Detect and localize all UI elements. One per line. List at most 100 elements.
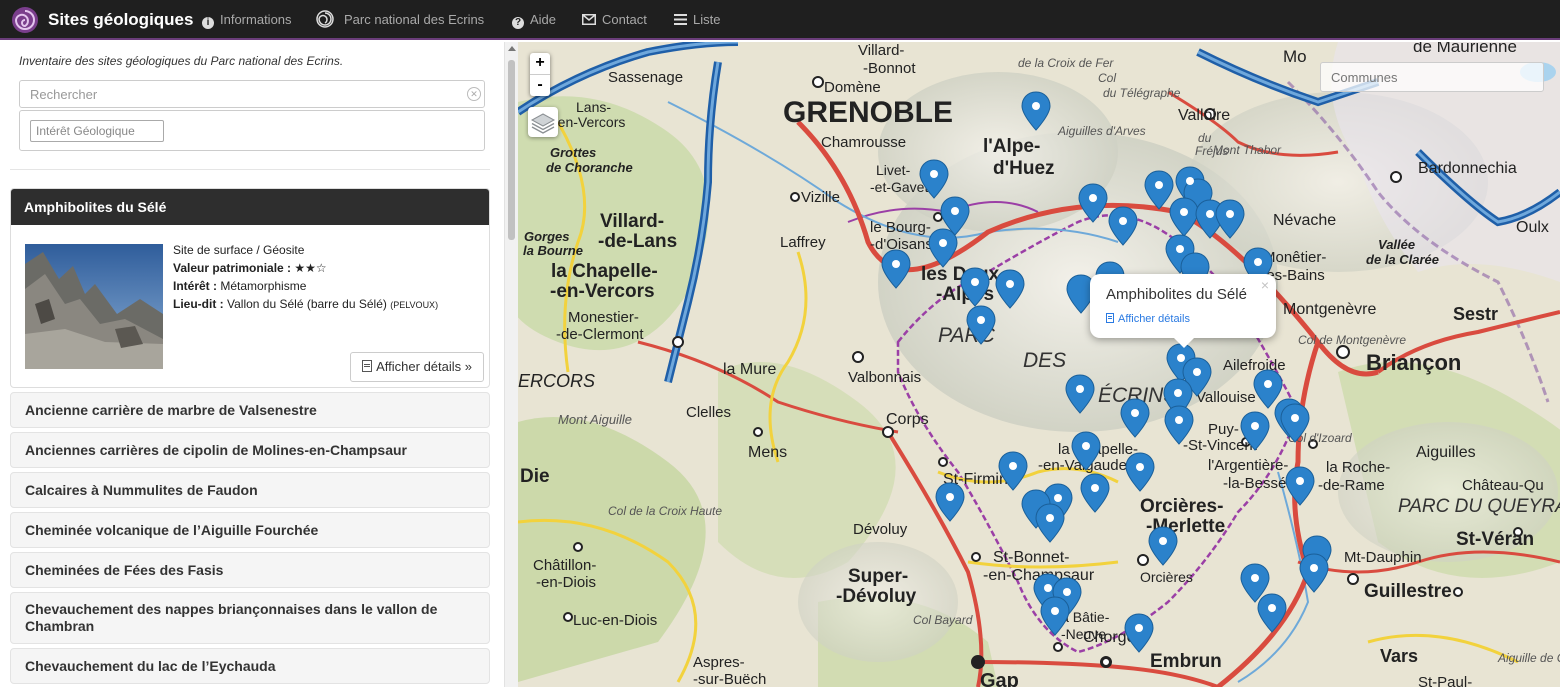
svg-text:Laffrey: Laffrey — [780, 234, 826, 251]
scrollbar-thumb[interactable] — [508, 60, 515, 240]
svg-text:Col Bayard: Col Bayard — [913, 613, 973, 627]
svg-text:-Bonnot: -Bonnot — [863, 60, 916, 77]
svg-text:St-Bonnet-: St-Bonnet- — [993, 549, 1069, 566]
site-type: Site de surface / Géosite — [173, 243, 305, 257]
svg-text:Bardonnechia: Bardonnechia — [1418, 160, 1517, 177]
list-item[interactable]: Chevauchement des nappes briançonnaises … — [10, 592, 490, 644]
map-label: GRENOBLE — [783, 96, 953, 129]
svg-text:Monestier-: Monestier- — [568, 309, 639, 326]
svg-text:Gorges: Gorges — [524, 229, 570, 244]
svg-text:-en-Diois: -en-Diois — [536, 574, 596, 591]
layers-icon — [530, 113, 556, 134]
svg-text:Chamrousse: Chamrousse — [821, 134, 906, 151]
map-tiles[interactable]: GRENOBLE l'Alpe- d'Huez les Deux -Alpes … — [518, 42, 1560, 687]
svg-text:Guillestre: Guillestre — [1364, 581, 1452, 602]
svg-text:Oulx: Oulx — [1516, 219, 1549, 236]
zoom-control: + - — [530, 53, 550, 96]
nav-aide-label: Aide — [530, 12, 557, 27]
document-icon — [1106, 313, 1114, 323]
svg-text:Mo: Mo — [1283, 47, 1307, 66]
list-item[interactable]: Ancienne carrière de marbre de Valsenest… — [10, 392, 490, 428]
svg-text:Die: Die — [520, 466, 550, 487]
envelope-icon — [582, 14, 596, 25]
site-info: Site de surface / Géosite Valeur patrimo… — [173, 241, 438, 314]
divider — [10, 169, 490, 170]
interet-value: Métamorphisme — [220, 279, 307, 293]
svg-text:-Neuve: -Neuve — [1061, 626, 1106, 642]
brand-title: Sites géologiques — [48, 10, 194, 29]
svg-text:Châtillon-: Châtillon- — [533, 557, 596, 574]
list-item[interactable]: Chevauchement du lac de l’Eychauda — [10, 648, 490, 684]
communes-input[interactable] — [1320, 62, 1544, 92]
svg-text:Sassenage: Sassenage — [608, 69, 683, 86]
popup-details-link[interactable]: Afficher détails — [1106, 313, 1190, 325]
svg-text:Aiguilles d'Arves: Aiguilles d'Arves — [1057, 124, 1146, 138]
svg-text:Névache: Névache — [1273, 212, 1336, 229]
interest-filter-input[interactable] — [30, 120, 164, 142]
list-icon — [674, 14, 687, 25]
svg-text:Col: Col — [1098, 71, 1116, 85]
nav-informations[interactable]: i Informations — [202, 0, 292, 40]
zoom-out-button[interactable]: - — [530, 74, 550, 96]
popup-tip — [1172, 336, 1196, 348]
search-input[interactable] — [19, 80, 485, 108]
svg-text:du: du — [1198, 131, 1212, 145]
svg-text:St-Véran: St-Véran — [1456, 529, 1534, 550]
svg-text:de la Croix de Fer: de la Croix de Fer — [1018, 56, 1114, 70]
svg-text:Mt-Dauphin: Mt-Dauphin — [1344, 549, 1422, 566]
selected-site-title[interactable]: Amphibolites du Sélé — [11, 189, 489, 225]
interest-filter-container[interactable] — [19, 110, 485, 151]
svg-text:Livet-: Livet- — [876, 162, 911, 178]
map[interactable]: GRENOBLE l'Alpe- d'Huez les Deux -Alpes … — [518, 42, 1560, 687]
park-logo-icon — [316, 10, 334, 28]
svg-text:PARC DU QUEYRAS: PARC DU QUEYRAS — [1398, 496, 1560, 517]
svg-text:-et-Gavet: -et-Gavet — [870, 179, 928, 195]
document-icon — [362, 360, 373, 372]
svg-text:Clelles: Clelles — [686, 404, 731, 421]
svg-text:Villard-: Villard- — [600, 211, 664, 232]
list-item[interactable]: Calcaires à Nummulites de Faudon — [10, 472, 490, 508]
svg-text:St-Paul-: St-Paul- — [1418, 674, 1472, 687]
brand[interactable]: Sites géologiques — [10, 4, 193, 36]
clear-search-icon[interactable]: ✕ — [467, 87, 481, 101]
svg-text:d'Huez: d'Huez — [993, 158, 1055, 179]
interet-label: Intérêt : — [173, 279, 218, 293]
nav-contact-label: Contact — [602, 12, 647, 27]
nav-informations-label: Informations — [220, 12, 292, 27]
svg-text:Aiguille de Chambe: Aiguille de Chambe — [1497, 651, 1560, 665]
svg-text:Fréjus: Fréjus — [1195, 144, 1228, 158]
svg-text:du Télégraphe: du Télégraphe — [1103, 86, 1181, 100]
close-icon[interactable]: × — [1261, 277, 1269, 293]
svg-text:Puy-: Puy- — [1208, 421, 1239, 438]
svg-text:de la Clarée: de la Clarée — [1366, 252, 1439, 267]
nav-aide[interactable]: ? Aide — [512, 0, 556, 40]
svg-text:Aspres-: Aspres- — [693, 654, 745, 671]
layers-button[interactable] — [528, 107, 558, 137]
svg-text:Valloire: Valloire — [1178, 107, 1230, 124]
nav-parc[interactable]: Parc national des Ecrins — [316, 0, 484, 40]
list-item[interactable]: Anciennes carrières de cipolin de Moline… — [10, 432, 490, 468]
svg-text:-de-Lans: -de-Lans — [598, 231, 677, 252]
svg-text:-de-Clermont: -de-Clermont — [556, 326, 644, 343]
nav-contact[interactable]: Contact — [582, 0, 647, 40]
svg-text:Corps: Corps — [886, 411, 929, 428]
nav-liste[interactable]: Liste — [674, 0, 720, 40]
svg-text:Super-: Super- — [848, 566, 908, 587]
scroll-up-icon[interactable] — [508, 46, 516, 51]
svg-text:l'Alpe-: l'Alpe- — [983, 136, 1040, 157]
lieu-value: Vallon du Sélé (barre du Sélé) — [227, 297, 387, 311]
list-item[interactable]: Cheminées de Fées des Fasis — [10, 552, 490, 588]
sidebar-scrollbar[interactable] — [504, 42, 518, 687]
zoom-in-button[interactable]: + — [530, 53, 550, 74]
svg-text:Mont Aiguille: Mont Aiguille — [558, 412, 632, 427]
svg-text:Col de Montgenèvre: Col de Montgenèvre — [1298, 333, 1406, 347]
svg-text:Embrun: Embrun — [1150, 651, 1222, 672]
svg-text:-la-Bessée: -la-Bessée — [1223, 475, 1295, 492]
list-item[interactable]: Cheminée volcanique de l’Aiguille Fourch… — [10, 512, 490, 548]
lieu-label: Lieu-dit : — [173, 297, 224, 311]
map-popup: Amphibolites du Sélé Afficher détails × — [1090, 274, 1276, 348]
svg-text:Vizille: Vizille — [801, 189, 840, 206]
svg-text:Mens: Mens — [748, 444, 787, 461]
show-details-button[interactable]: Afficher détails » — [350, 352, 484, 382]
svg-text:Villard-: Villard- — [858, 42, 904, 59]
